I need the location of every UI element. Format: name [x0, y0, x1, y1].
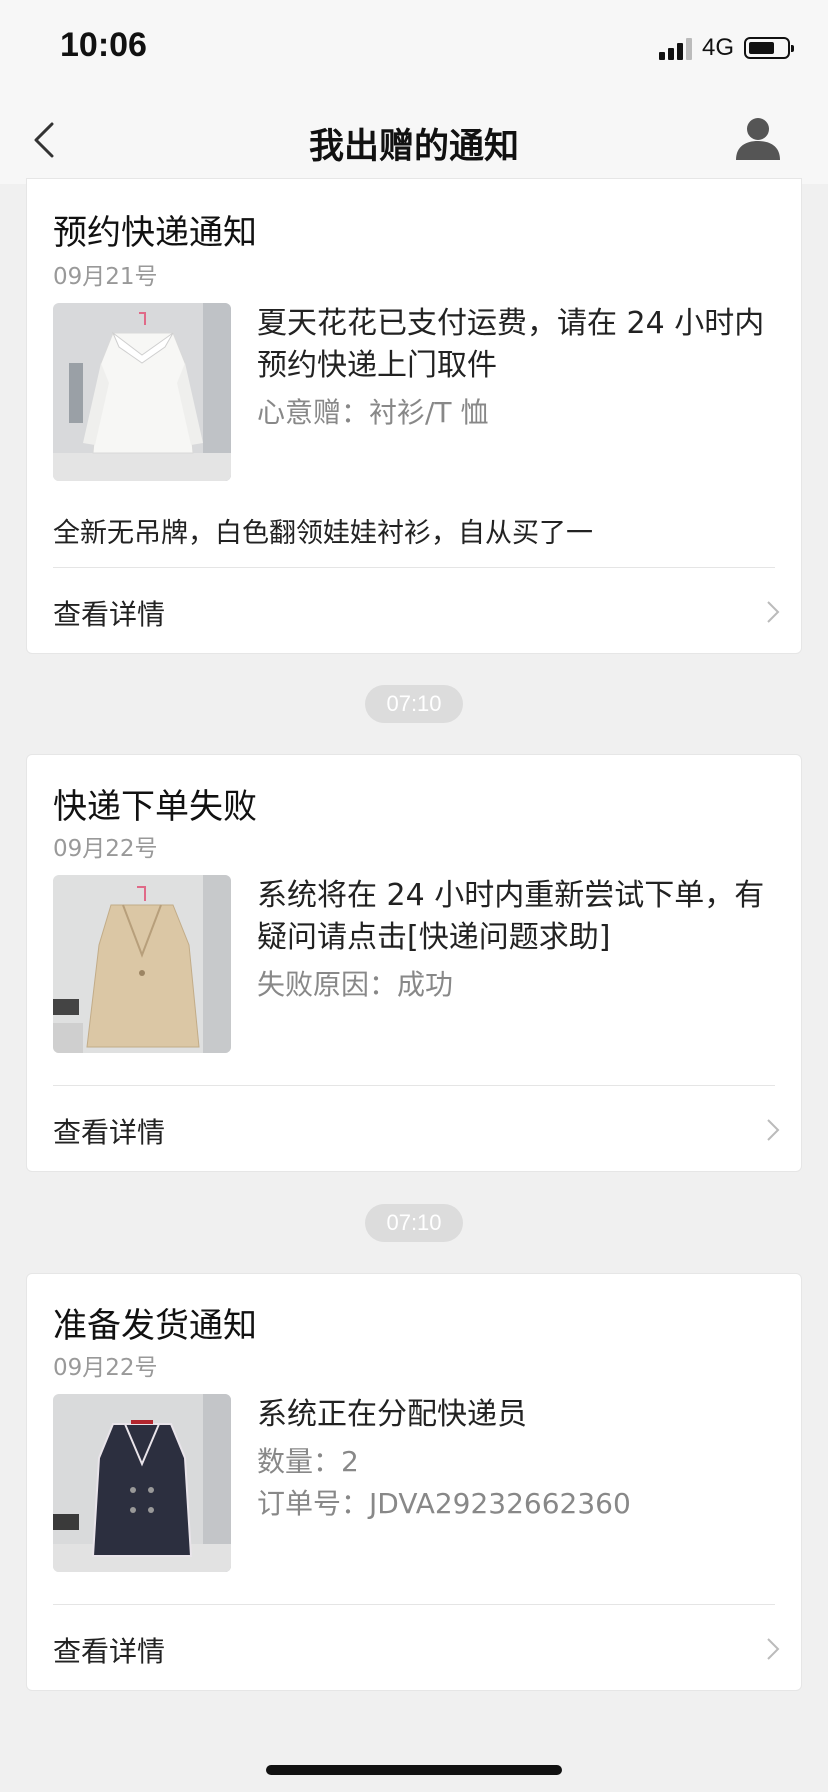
card-description: 夏天花花已支付运费，请在 24 小时内预约快递上门取件	[257, 306, 765, 383]
card-date: 09月22号	[53, 1355, 158, 1381]
notification-card: 快递下单失败 09月22号 系统将在 24 小时内重新尝试下单，有疑问请点击[快…	[26, 754, 802, 1172]
signal-icon	[658, 36, 692, 60]
profile-button[interactable]	[734, 114, 782, 162]
chevron-right-icon	[767, 1119, 780, 1141]
view-details-label: 查看详情	[53, 1116, 166, 1149]
status-indicators: 4G	[658, 34, 794, 62]
card-description: 系统将在 24 小时内重新尝试下单，有疑问请点击[快递问题求助]	[257, 878, 765, 955]
card-subtext: 失败原因：成功	[257, 968, 454, 1001]
view-details-button[interactable]: 查看详情	[27, 1087, 801, 1171]
notification-card: 预约快递通知 09月21号 夏天花花已支付运费，请在 24 小时内预约快递上门取…	[26, 178, 802, 654]
dark-blazer-photo	[53, 1394, 231, 1572]
view-details-button[interactable]: 查看详情	[27, 569, 801, 653]
network-type: 4G	[701, 34, 734, 61]
card-title: 准备发货通知	[53, 1306, 257, 1346]
status-bar: 10:06 4G	[0, 0, 828, 96]
page-title: 我出赠的通知	[308, 127, 519, 167]
white-blouse-photo	[53, 303, 231, 481]
card-date: 09月22号	[53, 836, 158, 862]
battery-level	[749, 42, 774, 54]
home-indicator	[266, 1765, 562, 1775]
card-subtext: 心意赠：衬衫/T 恤	[257, 396, 489, 429]
divider	[53, 1085, 775, 1086]
divider	[53, 567, 775, 568]
view-details-label: 查看详情	[53, 598, 166, 631]
card-title: 预约快递通知	[53, 213, 257, 253]
notification-card: 准备发货通知 09月22号 系统正在分配快递员 数量：2 订单号：JDVA292…	[26, 1273, 802, 1691]
card-description: 系统正在分配快递员	[257, 1397, 527, 1432]
divider	[53, 1604, 775, 1605]
card-title: 快递下单失败	[53, 787, 257, 827]
card-note: 全新无吊牌，白色翻领娃娃衬衫，自从买了一	[53, 518, 593, 549]
nav-bar: 我出赠的通知	[0, 96, 828, 184]
chevron-right-icon	[767, 1638, 780, 1660]
status-time: 10:06	[60, 26, 147, 64]
battery-icon	[744, 37, 794, 59]
time-separator: 07:10	[365, 685, 463, 723]
card-quantity: 数量：2	[257, 1445, 359, 1478]
time-separator: 07:10	[365, 1204, 463, 1242]
chevron-right-icon	[767, 601, 780, 623]
view-details-button[interactable]: 查看详情	[27, 1606, 801, 1690]
user-icon	[736, 118, 780, 160]
card-date: 09月21号	[53, 264, 158, 290]
view-details-label: 查看详情	[53, 1635, 166, 1668]
beige-coat-photo	[53, 875, 231, 1053]
card-order-number: 订单号：JDVA29232662360	[257, 1487, 631, 1520]
